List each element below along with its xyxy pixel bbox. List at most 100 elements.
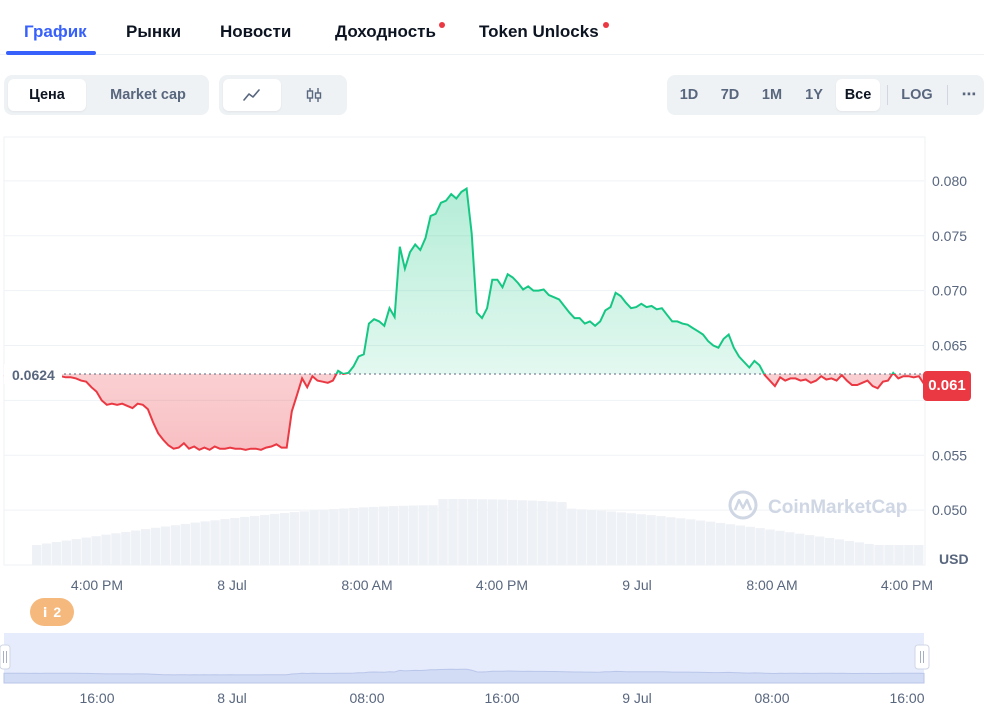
x-axis: 4:00 PM 8 Jul 8:00 AM 4:00 PM 9 Jul 8:00 AM 4:… [71,577,933,593]
coinmarketcap-logo-icon [728,490,758,520]
volume-bar [51,542,62,565]
area-above-baseline [4,188,924,375]
volume-bar [150,527,161,565]
volume-bar [160,526,171,565]
volume-bar [686,519,696,565]
volume-bar [626,513,636,565]
volume-bar [230,518,240,565]
volume-bar [517,500,527,565]
volume-bar [388,506,399,565]
price-chart[interactable]: CoinMarketCap 0.0624 0.080 0.075 0.070 0.06… [0,0,984,717]
baseline-label: 0.0624 [4,364,62,384]
volume-bar [61,540,71,565]
baseline-label-text: 0.0624 [12,367,55,383]
volume-bar [656,516,666,565]
volume-bar [646,515,656,565]
volume-bar [180,523,190,565]
volume-bar [41,543,52,565]
range-navigator[interactable] [0,633,930,684]
watermark-text: CoinMarketCap [768,497,907,518]
volume-bar [725,524,736,565]
volume-bar [240,516,250,565]
navigator-x-tick-label: 16:00 [484,690,519,706]
volume-bar [369,506,379,565]
volume-bar [131,530,141,565]
volume-bar [815,536,825,565]
volume-bar [339,508,349,565]
volume-bar [824,538,835,565]
navigator-left-handle[interactable] [0,644,11,670]
volume-bar [448,499,458,565]
volume-bar [507,499,517,565]
y-axis: 0.080 0.075 0.070 0.065 0.055 0.050 [932,173,967,518]
volume-bar [111,533,121,565]
x-tick-label: 4:00 PM [476,577,528,593]
volume-bar [269,513,280,565]
coinmarketcap-logo-mark [733,498,753,511]
volume-bar [408,505,418,565]
x-tick-label: 4:00 PM [71,577,123,593]
x-tick-label: 9 Jul [622,577,652,593]
volume-bar [458,499,468,565]
volume-bar [478,499,488,565]
volume-bar [527,500,537,565]
volume-bar [309,510,319,565]
volume-bar [170,525,181,565]
volume-bar [884,545,894,565]
volume-bar [596,510,607,565]
volume-bar [141,529,151,565]
y-tick-label: 0.055 [932,447,967,463]
volume-bar [32,545,42,565]
volume-bar [299,511,309,565]
volume-bar [190,522,200,565]
navigator-right-handle[interactable] [914,644,930,670]
y-tick-label: 0.070 [932,283,967,299]
volume-bar [260,514,270,565]
info-icon: i [42,606,48,621]
volume-bar [200,521,210,565]
volume-bar [349,507,359,565]
volume-bar [735,525,745,565]
volume-bar [666,517,676,565]
volume-bar [547,501,557,565]
volume-bar [587,510,597,565]
volume-bar [487,499,498,565]
events-count: 2 [53,604,62,620]
volume-bar [81,537,91,565]
x-tick-label: 4:00 PM [881,577,933,593]
navigator-x-tick-label: 08:00 [349,690,384,706]
volume-bar [715,522,726,565]
y-tick-label: 0.075 [932,228,967,244]
volume-bar [567,508,577,565]
volume-bar [765,529,775,565]
volume-bar [121,531,131,565]
volume-bar [874,545,884,565]
volume-bar [795,533,805,565]
events-badge[interactable]: i2 [30,598,74,626]
x-tick-label: 8:00 AM [746,577,797,593]
volume-bar [914,545,924,565]
y-tick-label: 0.050 [932,502,967,518]
volume-bar [418,505,428,565]
volume-bar [805,535,815,565]
y-tick-label: 0.080 [932,173,967,189]
volume-bar [696,520,706,565]
navigator-x-axis: 16:00 8 Jul 08:00 16:00 9 Jul 08:00 16:00 [79,690,924,706]
y-tick-label: 0.065 [932,338,967,354]
volume-bar [319,509,329,565]
volume-bar [220,519,230,565]
x-tick-label: 8:00 AM [341,577,392,593]
volume-bar [250,515,260,565]
x-tick-label: 8 Jul [217,577,247,593]
volume-bar [706,521,716,565]
volume-bar [785,532,795,565]
volume-bar [844,540,854,565]
volume-bar [329,509,339,565]
volume-bar [537,501,547,565]
navigator-x-tick-label: 08:00 [754,690,789,706]
current-price-tag: 0.061 [923,371,971,401]
volume-bar [834,539,845,565]
coinmarketcap-watermark: CoinMarketCap [728,490,907,520]
volume-bar [428,505,438,565]
navigator-x-tick-label: 8 Jul [217,690,247,706]
